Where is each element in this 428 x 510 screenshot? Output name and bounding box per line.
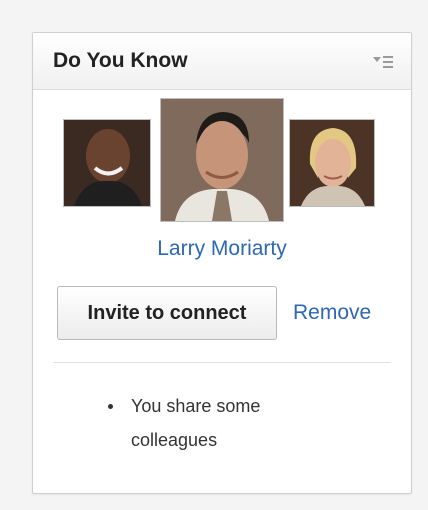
person-name-link[interactable]: Larry Moriarty — [33, 237, 411, 261]
larry-moriarty-photo[interactable] — [160, 98, 284, 222]
larry-moriarty-image — [161, 99, 283, 221]
previous-person-photo[interactable] — [63, 119, 151, 207]
next-person-photo[interactable] — [289, 119, 375, 207]
reason-item: You share some colleagues — [108, 389, 331, 457]
invite-to-connect-button[interactable]: Invite to connect — [57, 286, 277, 340]
do-you-know-widget: Do You Know Larry Moriarty Invite to con… — [32, 32, 412, 494]
next-person-image — [290, 120, 374, 206]
connection-reasons-list: You share some colleagues — [108, 389, 331, 457]
remove-link[interactable]: Remove — [293, 301, 371, 325]
bullet-icon — [108, 404, 113, 409]
widget-title: Do You Know — [53, 49, 188, 72]
dropdown-menu-icon[interactable] — [373, 55, 393, 69]
widget-header: Do You Know — [33, 33, 411, 90]
page: Do You Know Larry Moriarty Invite to con… — [0, 0, 428, 510]
divider — [53, 362, 391, 363]
previous-person-image — [64, 120, 150, 206]
reason-text: You share some colleagues — [131, 396, 261, 450]
